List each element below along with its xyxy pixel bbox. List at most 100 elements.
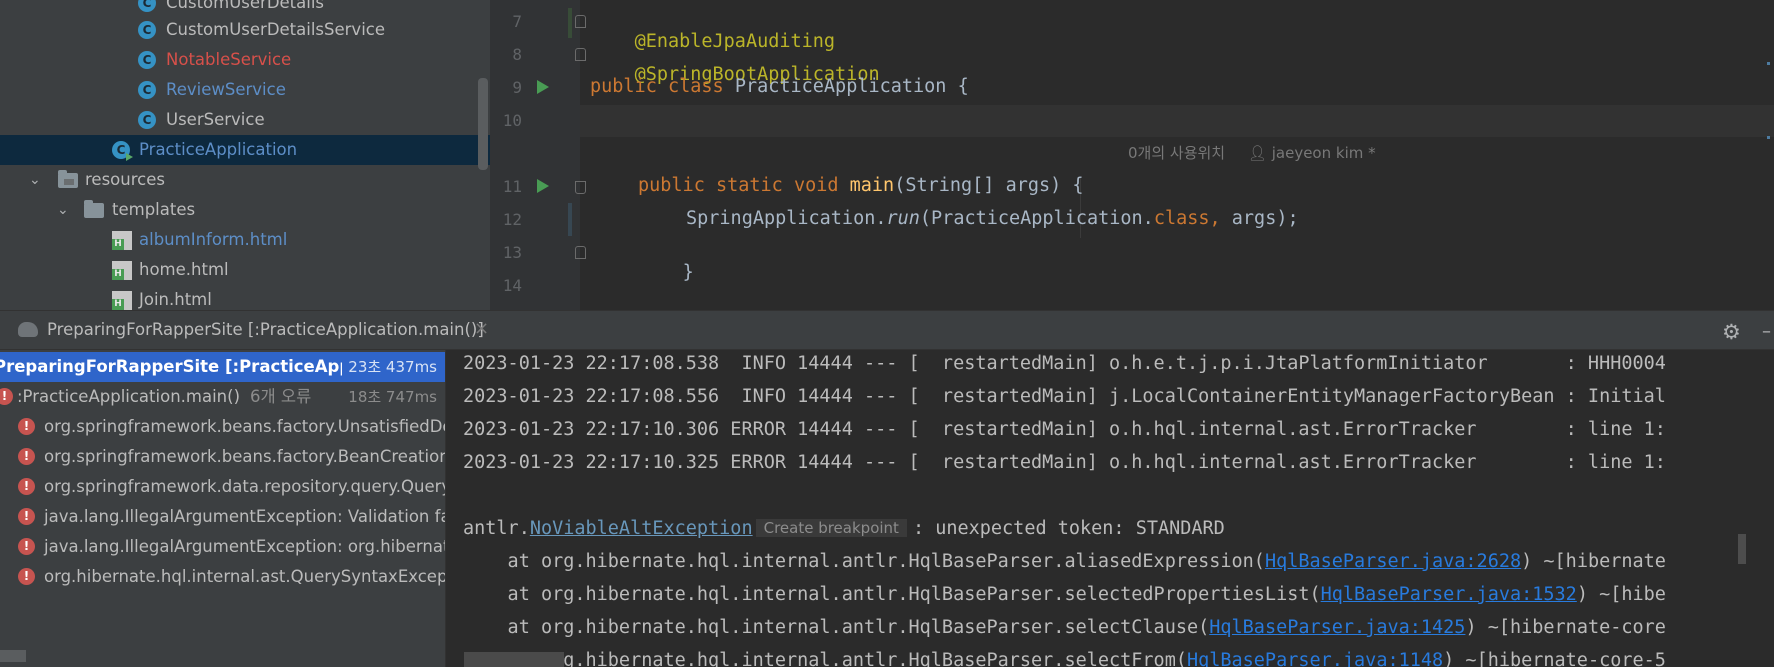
tree-item-reviewservice[interactable]: C ReviewService xyxy=(0,75,490,105)
scroll-marker[interactable] xyxy=(1767,136,1770,139)
vcs-added-marker[interactable] xyxy=(568,8,572,38)
tree-item-label: PracticeApplication xyxy=(139,140,298,159)
tree-item-userservice[interactable]: C UserService xyxy=(0,105,490,135)
tree-item-label: CustomUserDetailsService xyxy=(166,20,386,39)
log-line: 2023-01-23 22:17:10.306 ERROR 14444 --- … xyxy=(463,419,1666,440)
fold-icon[interactable] xyxy=(575,181,586,194)
code-line-11: public static void main(String[] args) { xyxy=(638,175,1084,196)
run-gutter-icon[interactable] xyxy=(537,80,549,94)
task-name: :PracticeApplication.main() xyxy=(17,387,240,406)
stack-frame-method: at org.hibernate.hql.internal.antlr.HqlB… xyxy=(463,584,1321,605)
class-icon: C xyxy=(138,0,156,12)
line-number: 13 xyxy=(502,243,522,262)
stack-frame-jar: ) ~[hibernate xyxy=(1521,551,1666,572)
stack-frame: at org.hibernate.hql.internal.antlr.HqlB… xyxy=(463,617,1666,638)
code-line-13: } xyxy=(638,241,694,304)
tree-scrollbar[interactable] xyxy=(478,78,488,170)
usages-hint[interactable]: 0개의 사용위치 xyxy=(1128,144,1225,162)
log-line: 2023-01-23 22:17:10.325 ERROR 14444 --- … xyxy=(463,452,1666,473)
editor-gutter: 7 8 9 10 11 12 13 14 xyxy=(490,0,580,310)
run-tool-window-header: PreparingForRapperSite [:PracticeApplica… xyxy=(0,310,1774,350)
run-duration: 18초 747ms xyxy=(348,388,437,406)
tree-item-join[interactable]: Join.html xyxy=(0,285,490,310)
run-tab-label[interactable]: PreparingForRapperSite [:PracticeApplica… xyxy=(47,320,484,339)
tree-item-label: ReviewService xyxy=(166,80,286,99)
run-tree-item-root[interactable]: PreparingForRapperSite [:PracticeApplica… xyxy=(0,352,445,382)
stack-frame-method: at org.hibernate.hql.internal.antlr.HqlB… xyxy=(463,617,1210,638)
keyword-token: static xyxy=(715,175,783,196)
folder-icon xyxy=(84,200,104,218)
source-link[interactable]: HqlBaseParser.java:1532 xyxy=(1321,584,1577,605)
tree-item-label: templates xyxy=(112,200,196,219)
close-icon[interactable]: × xyxy=(474,318,489,339)
error-count: 6개 오류 xyxy=(250,387,312,406)
stack-frame-jar: ) ~[hibernate-core-5 xyxy=(1443,650,1666,667)
source-link[interactable]: HqlBaseParser.java:1148 xyxy=(1187,650,1443,667)
run-tree-item-label: PreparingForRapperSite [:PracticeApplica… xyxy=(0,357,392,376)
keyword-token: class xyxy=(667,76,724,97)
run-tree-item-error[interactable]: ! org.springframework.data.repository.qu… xyxy=(0,472,445,502)
error-icon: ! xyxy=(0,388,13,405)
source-link[interactable]: HqlBaseParser.java:1425 xyxy=(1209,617,1465,638)
source-link[interactable]: HqlBaseParser.java:2628 xyxy=(1265,551,1521,572)
html-file-icon xyxy=(112,261,132,280)
run-gutter-icon[interactable] xyxy=(537,179,549,193)
run-tree-item-error[interactable]: ! org.springframework.beans.factory.Unsa… xyxy=(0,412,445,442)
gear-icon[interactable]: ⚙ xyxy=(1722,320,1741,344)
tree-item-label: UserService xyxy=(166,110,265,129)
keyword-token: public xyxy=(590,76,657,97)
console-scroll-thumb[interactable] xyxy=(1738,534,1746,564)
code-vision-hint[interactable]: 0개의 사용위치 👤︎ jaeyeon kim * xyxy=(1128,142,1376,163)
error-icon: ! xyxy=(18,448,35,465)
tree-item-templates[interactable]: ⌄ templates xyxy=(0,195,490,225)
stack-frame-jar: ) ~[hibe xyxy=(1576,584,1666,605)
keyword-token: void xyxy=(793,175,839,196)
line-number: 7 xyxy=(512,12,522,31)
code-token: } xyxy=(682,262,694,283)
run-tree-item-error[interactable]: ! org.springframework.beans.factory.Bean… xyxy=(0,442,445,472)
chevron-down-icon[interactable]: ⌄ xyxy=(57,195,73,225)
tree-item-albuminform[interactable]: albumInform.html xyxy=(0,225,490,255)
class-icon: C xyxy=(138,81,156,99)
minimize-icon[interactable]: – xyxy=(1762,321,1771,342)
run-tree-item-error[interactable]: ! java.lang.IllegalArgumentException: Va… xyxy=(0,502,445,532)
code-editor[interactable]: 7 8 9 10 11 12 13 14 @EnableJpaAuditing … xyxy=(490,0,1774,310)
run-tree-scrollbar[interactable] xyxy=(0,650,26,662)
scroll-marker[interactable] xyxy=(1767,62,1770,65)
gradle-elephant-icon xyxy=(18,322,38,337)
run-tree-item-label: java.lang.IllegalArgumentException: Vali… xyxy=(44,507,445,526)
run-tree-item-error[interactable]: ! org.hibernate.hql.internal.ast.QuerySy… xyxy=(0,562,445,592)
stack-frame-method: at org.hibernate.hql.internal.antlr.HqlB… xyxy=(463,650,1187,667)
run-tree-item-error[interactable]: ! java.lang.IllegalArgumentException: or… xyxy=(0,532,445,562)
class-icon: C xyxy=(138,111,156,129)
tree-item-home[interactable]: home.html xyxy=(0,255,490,285)
run-tree-item-main[interactable]: ! :PracticeApplication.main() 6개 오류 18초 7… xyxy=(0,382,445,412)
current-line-highlight xyxy=(580,105,1774,137)
chevron-down-icon[interactable]: ⌄ xyxy=(29,165,45,195)
tree-item-resources[interactable]: ⌄ resources xyxy=(0,165,490,195)
exception-link[interactable]: NoViableAltException xyxy=(530,518,753,539)
tree-item-practiceapplication[interactable]: C PracticeApplication xyxy=(0,135,490,165)
author-hint[interactable]: jaeyeon kim * xyxy=(1272,144,1376,162)
tree-item-label: NotableService xyxy=(166,50,292,69)
tree-item-notableservice[interactable]: C NotableService xyxy=(0,45,490,75)
keyword-token: public xyxy=(638,175,705,196)
console-output[interactable]: 2023-01-23 22:17:08.538 INFO 14444 --- [… xyxy=(445,350,1774,667)
code-token: args); xyxy=(1231,208,1299,229)
exception-prefix: antlr. xyxy=(463,518,530,539)
vcs-modified-marker[interactable] xyxy=(568,203,572,236)
console-horizontal-scrollbar[interactable] xyxy=(464,652,564,667)
line-number: 9 xyxy=(512,78,522,97)
method-name-token: main xyxy=(849,175,895,196)
tree-item-label: home.html xyxy=(139,260,229,279)
fold-icon[interactable] xyxy=(575,15,586,28)
error-icon: ! xyxy=(18,538,35,555)
tree-item-customuserdetailsservice[interactable]: C CustomUserDetailsService xyxy=(0,15,490,45)
fold-icon[interactable] xyxy=(575,48,586,61)
error-icon: ! xyxy=(18,478,35,495)
spring-boot-class-icon: C xyxy=(112,141,133,161)
create-breakpoint-button[interactable]: Create breakpoint xyxy=(755,519,907,537)
fold-icon[interactable] xyxy=(575,246,586,259)
exception-line: antlr.NoViableAltException Create breakpo… xyxy=(463,518,1225,539)
error-icon: ! xyxy=(18,508,35,525)
